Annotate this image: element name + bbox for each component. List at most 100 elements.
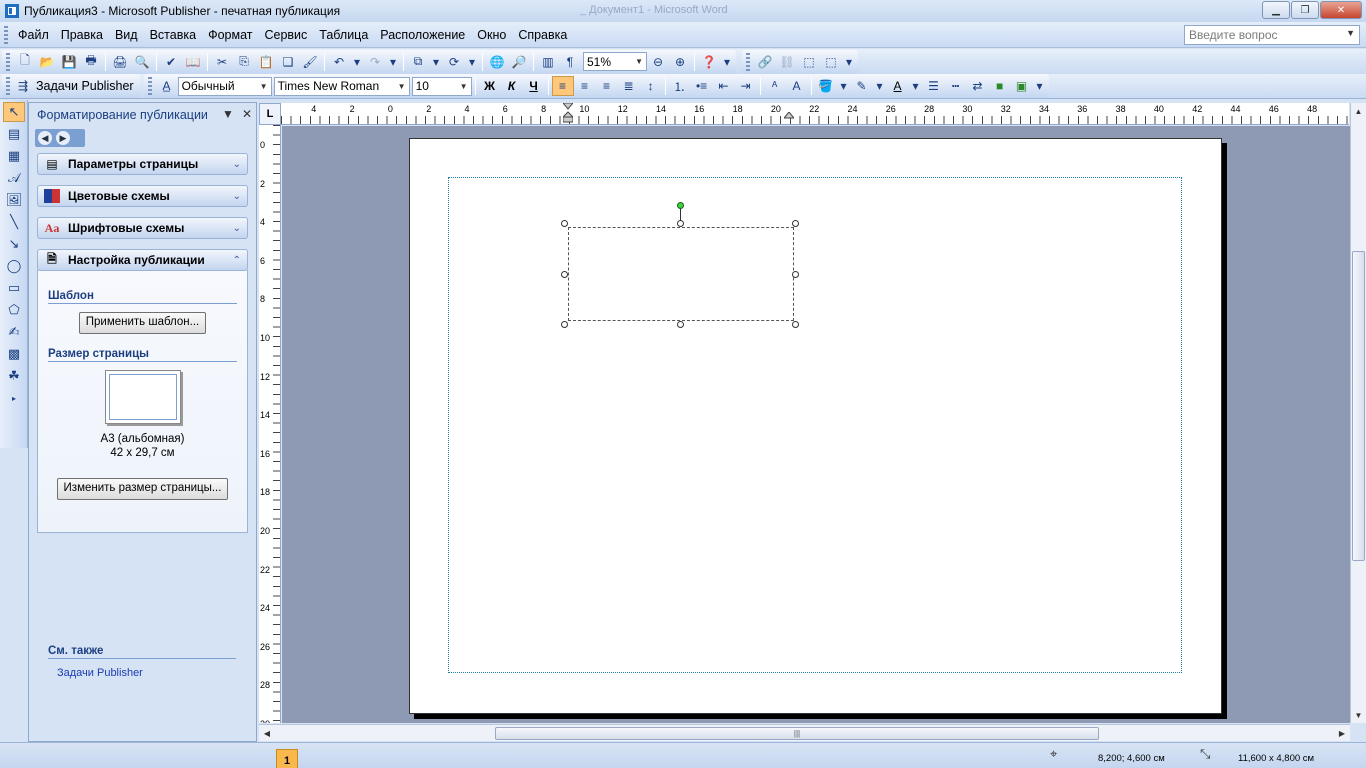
oval-icon[interactable]: ◯ — [3, 256, 25, 276]
find-icon[interactable]: 🔎 — [508, 52, 530, 72]
section-font-schemes[interactable]: Aa Шрифтовые схемы ⌄ — [37, 217, 248, 239]
align-right-icon[interactable]: ≡ — [596, 76, 618, 96]
publisher-tasks-link[interactable]: Задачи Publisher — [57, 667, 143, 679]
help-icon[interactable]: ❓ — [698, 52, 720, 72]
line-icon[interactable]: ╲ — [3, 212, 25, 232]
apply-template-button[interactable]: Применить шаблон... — [78, 312, 207, 334]
resize-handle-nw[interactable] — [561, 220, 568, 227]
research-icon[interactable]: 📖 — [182, 52, 204, 72]
scroll-down-icon[interactable]: ▼ — [1351, 707, 1366, 723]
rectangle-icon[interactable]: ▭ — [3, 278, 25, 298]
fill-color-icon[interactable]: 🪣 — [815, 76, 837, 96]
resize-handle-e[interactable] — [792, 271, 799, 278]
task-pane-menu-icon[interactable]: ▼ — [222, 107, 234, 121]
bold-button[interactable]: Ж — [479, 76, 501, 96]
line-spacing-icon[interactable]: ↕ — [640, 76, 662, 96]
bring-to-front-icon[interactable]: ⧉ — [407, 52, 429, 72]
back-icon[interactable]: ◀ — [38, 131, 52, 145]
design-gallery-icon[interactable]: ▩ — [3, 344, 25, 364]
align-left-icon[interactable]: ≡ — [551, 76, 574, 96]
publication-page[interactable] — [409, 138, 1222, 714]
change-page-size-button[interactable]: Изменить размер страницы... — [56, 478, 229, 500]
format-painter-icon[interactable]: 🖌 — [299, 52, 321, 72]
menu-file[interactable]: Файл — [12, 28, 55, 42]
resize-handle-n[interactable] — [677, 220, 684, 227]
rotate-icon[interactable]: ⟳ — [443, 52, 465, 72]
arrow-style-icon[interactable]: ⇄ — [967, 76, 989, 96]
justify-icon[interactable]: ≣ — [618, 76, 640, 96]
hot-spot-icon[interactable]: ✍ — [3, 322, 25, 342]
task-pane-close-icon[interactable]: ✕ — [242, 107, 252, 121]
undo-dropdown-icon[interactable]: ▾ — [350, 52, 364, 72]
insert-table-icon[interactable]: ▦ — [3, 146, 25, 166]
menu-view[interactable]: Вид — [109, 28, 144, 42]
horizontal-scroll-thumb[interactable]: ||| — [495, 727, 1099, 740]
fill-color-dropdown-icon[interactable]: ▾ — [837, 76, 851, 96]
increase-font-size-icon[interactable]: A — [786, 76, 808, 96]
dash-style-icon[interactable]: ┅ — [945, 76, 967, 96]
resize-handle-s[interactable] — [677, 321, 684, 328]
align-center-icon[interactable]: ≡ — [574, 76, 596, 96]
cut-icon[interactable]: ✂ — [211, 52, 233, 72]
clipart-icon[interactable]: ☘ — [3, 366, 25, 386]
toolbar-grip[interactable] — [4, 25, 8, 44]
toolbar-grip[interactable] — [746, 52, 750, 71]
spelling-icon[interactable]: ✔ — [160, 52, 182, 72]
permission-icon[interactable]: 🖶 — [80, 52, 102, 72]
page-navigator-button[interactable]: 1 — [276, 749, 298, 768]
resize-handle-ne[interactable] — [792, 220, 799, 227]
wordart-icon[interactable]: 𝒜 — [3, 168, 25, 188]
scroll-left-icon[interactable]: ◀ — [259, 725, 275, 741]
menu-insert[interactable]: Вставка — [144, 28, 202, 42]
picture-frame-icon[interactable]: 🖼 — [3, 190, 25, 210]
previous-text-box-icon[interactable]: ⬚ — [798, 52, 820, 72]
text-box-icon[interactable]: ▤ — [3, 124, 25, 144]
next-text-box-icon[interactable]: ⬚ — [820, 52, 842, 72]
copy-icon[interactable]: ⎘ — [233, 52, 255, 72]
styles-icon[interactable]: A̲ — [156, 76, 178, 96]
toolbar-grip[interactable] — [147, 77, 152, 95]
vertical-scroll-thumb[interactable] — [1352, 251, 1365, 561]
rotate-dropdown-icon[interactable]: ▾ — [465, 52, 479, 72]
link-text-box-icon[interactable]: 🔗 — [754, 52, 776, 72]
3d-style-icon[interactable]: ▣ — [1011, 76, 1033, 96]
italic-button[interactable]: К — [501, 76, 523, 96]
bullets-icon[interactable]: •≡ — [691, 76, 713, 96]
columns-icon[interactable]: ▥ — [537, 52, 559, 72]
font-select[interactable]: Times New Roman ▼ — [273, 76, 410, 96]
decrease-font-size-icon[interactable]: ᴬ — [764, 76, 786, 96]
publisher-tasks-button[interactable]: Задачи Publisher — [32, 79, 138, 93]
more-options-icon[interactable]: ▸ — [3, 388, 25, 408]
resize-handle-w[interactable] — [561, 271, 568, 278]
help-search-input[interactable]: Введите вопрос ▼ — [1184, 25, 1360, 45]
line-color-dropdown-icon[interactable]: ▾ — [873, 76, 887, 96]
print-preview-icon[interactable]: 🔍 — [131, 52, 153, 72]
forward-icon[interactable]: ▶ — [56, 131, 70, 145]
left-indent-marker[interactable] — [561, 103, 575, 124]
line-color-icon[interactable]: ✎ — [851, 76, 873, 96]
toolbar-options-icon[interactable]: ▾ — [720, 52, 734, 72]
zoom-in-icon[interactable]: ⊕ — [669, 52, 691, 72]
redo-dropdown-icon[interactable]: ▾ — [386, 52, 400, 72]
resize-handle-sw[interactable] — [561, 321, 568, 328]
vertical-ruler[interactable]: 024681012141618202224262830 — [259, 125, 281, 723]
font-color-dropdown-icon[interactable]: ▾ — [909, 76, 923, 96]
arrange-dropdown-icon[interactable]: ▾ — [429, 52, 443, 72]
increase-indent-icon[interactable]: ⇥ — [735, 76, 757, 96]
tasks-icon[interactable]: ⇶ — [14, 76, 32, 96]
numbering-icon[interactable]: ⒈ — [669, 76, 691, 96]
new-document-icon[interactable]: 🗋 — [14, 52, 36, 72]
toolbar-grip[interactable] — [6, 77, 10, 95]
undo-icon[interactable]: ↶ — [328, 52, 350, 72]
menu-arrange[interactable]: Расположение — [374, 28, 471, 42]
section-publication-options[interactable]: 🗎 Настройка публикации ⌃ — [37, 249, 248, 271]
workspace[interactable] — [282, 126, 1350, 723]
font-size-select[interactable]: 10 ▼ — [411, 76, 472, 96]
section-page-options[interactable]: ▤ Параметры страницы ⌄ — [37, 153, 248, 175]
style-select[interactable]: Обычный ▼ — [177, 76, 272, 96]
ruler-corner[interactable]: L — [259, 103, 281, 125]
horizontal-ruler[interactable]: 6420246810121416182022242628303234363840… — [281, 103, 1349, 125]
menu-format[interactable]: Формат — [202, 28, 258, 42]
autoshapes-icon[interactable]: ⬠ — [3, 300, 25, 320]
toolbar-options-icon[interactable]: ▾ — [1033, 76, 1047, 96]
